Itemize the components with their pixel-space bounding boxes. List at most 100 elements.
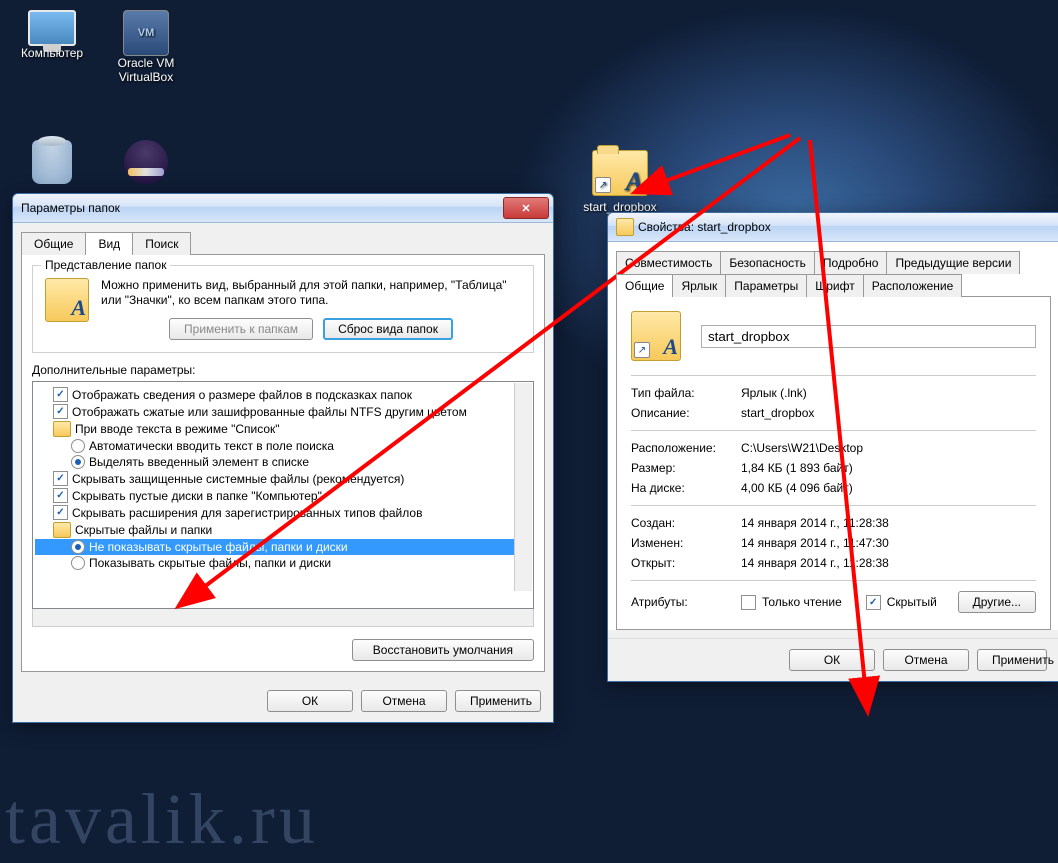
desktop-icon-virtualbox[interactable]: VM Oracle VM VirtualBox [108,10,184,84]
shortcut-overlay-icon: ↗ [595,177,611,193]
value-filetype: Ярлык (.lnk) [741,386,1036,400]
tree-item[interactable]: Скрывать защищенные системные файлы (рек… [35,470,531,487]
tab-strip: Общие Вид Поиск [21,231,545,254]
label-location: Расположение: [631,441,741,455]
checkbox-icon[interactable] [53,471,68,486]
group-label: Представление папок [41,258,170,272]
radio-icon[interactable] [71,556,85,570]
checkbox-icon[interactable] [53,505,68,520]
reset-folders-button[interactable]: Сброс вида папок [323,318,453,340]
tab-security[interactable]: Безопасность [720,251,815,274]
tree-item[interactable]: Автоматически вводить текст в поле поиск… [35,438,531,454]
tree-item[interactable]: Отображать сведения о размере файлов в п… [35,386,531,403]
virtualbox-icon: VM [123,10,169,56]
checkbox-icon[interactable] [53,387,68,402]
tree-label: Отображать сведения о размере файлов в п… [72,388,412,402]
checkbox-icon[interactable] [53,488,68,503]
file-icon: ↗ [631,311,681,361]
radio-icon[interactable] [71,439,85,453]
tree-item[interactable]: Скрытые файлы и папки [35,521,531,539]
tree-item[interactable]: При вводе текста в режиме "Список" [35,420,531,438]
folder-views-desc: Можно применить вид, выбранный для этой … [101,278,521,308]
readonly-checkbox[interactable] [741,595,756,610]
monitor-icon [28,10,76,46]
scrollbar-horizontal[interactable] [32,608,534,627]
watermark-text: tavalik.ru [5,778,319,861]
tab-parameters[interactable]: Параметры [725,274,807,297]
tree-label: Автоматически вводить текст в поле поиск… [89,439,334,453]
tree-label: При вводе текста в режиме "Список" [75,422,280,436]
close-button[interactable]: ✕ [503,197,549,219]
radio-icon[interactable] [71,455,85,469]
tree-label: Не показывать скрытые файлы, папки и дис… [89,540,348,554]
tree-item[interactable]: Показывать скрытые файлы, папки и диски [35,555,531,571]
tab-general[interactable]: Общие [21,232,86,255]
cancel-button[interactable]: Отмена [361,690,447,712]
desktop-icon-computer[interactable]: Компьютер [14,10,90,60]
ok-button[interactable]: ОК [789,649,875,671]
label-hidden: Скрытый [887,595,937,609]
label-created: Создан: [631,516,741,530]
tree-label: Скрывать пустые диски в папке "Компьютер… [72,489,322,503]
apply-button[interactable]: Применить [977,649,1047,671]
value-description: start_dropbox [741,406,1036,420]
radio-icon[interactable] [71,540,85,554]
tree-item[interactable]: Выделять введенный элемент в списке [35,454,531,470]
tree-item[interactable]: Скрывать пустые диски в папке "Компьютер… [35,487,531,504]
ok-button[interactable]: ОК [267,690,353,712]
dialog-buttons: ОК Отмена Применить [608,638,1058,681]
advanced-settings-tree[interactable]: Отображать сведения о размере файлов в п… [32,381,534,609]
cancel-button[interactable]: Отмена [883,649,969,671]
apply-to-folders-button[interactable]: Применить к папкам [169,318,313,340]
tree-item[interactable]: Отображать сжатые или зашифрованные файл… [35,403,531,420]
properties-dialog: Свойства: start_dropbox Совместимость Бе… [607,212,1058,682]
restore-defaults-button[interactable]: Восстановить умолчания [352,639,534,661]
apply-button[interactable]: Применить [455,690,541,712]
value-location: C:\Users\W21\Desktop [741,441,1036,455]
tree-label: Выделять введенный элемент в списке [89,455,309,469]
tab-panel: Представление папок Можно применить вид,… [21,254,545,672]
tree-label: Показывать скрытые файлы, папки и диски [89,556,331,570]
desktop-icon-eclipse[interactable] [108,140,184,184]
label-filetype: Тип файла: [631,386,741,400]
folder-icon [53,522,71,538]
scrollbar-vertical[interactable] [514,383,532,591]
hidden-checkbox[interactable] [866,595,881,610]
tree-label: Скрывать защищенные системные файлы (рек… [72,472,404,486]
tree-item[interactable]: Скрывать расширения для зарегистрированн… [35,504,531,521]
filename-input[interactable] [701,325,1036,348]
label-attributes: Атрибуты: [631,595,741,609]
value-accessed: 14 января 2014 г., 11:28:38 [741,556,1036,570]
window-title: Свойства: start_dropbox [638,220,1055,234]
tab-layout[interactable]: Расположение [863,274,963,297]
properties-icon [616,218,634,236]
label-size: Размер: [631,461,741,475]
tab-details[interactable]: Подробно [814,251,888,274]
tab-search[interactable]: Поиск [132,232,191,255]
tab-general[interactable]: Общие [616,274,673,297]
eclipse-icon [124,140,168,184]
titlebar[interactable]: Параметры папок ✕ [13,194,553,223]
desktop-icon-start-dropbox[interactable]: ↗ start_dropbox [582,150,658,214]
tab-font[interactable]: Шрифт [806,274,863,297]
label-readonly: Только чтение [762,595,842,609]
label-accessed: Открыт: [631,556,741,570]
label-description: Описание: [631,406,741,420]
tab-compatibility[interactable]: Совместимость [616,251,721,274]
tab-view[interactable]: Вид [85,232,133,255]
tree-item-selected[interactable]: Не показывать скрытые файлы, папки и дис… [35,539,531,555]
other-attributes-button[interactable]: Другие... [958,591,1036,613]
tree-label: Скрытые файлы и папки [75,523,212,537]
tab-shortcut[interactable]: Ярлык [672,274,726,297]
tab-previous-versions[interactable]: Предыдущие версии [886,251,1020,274]
desktop-icon-recycle-bin[interactable] [14,140,90,184]
titlebar[interactable]: Свойства: start_dropbox [608,213,1058,242]
desktop-label: Компьютер [14,46,90,60]
recycle-bin-icon [32,140,72,184]
tree-label: Скрывать расширения для зарегистрированн… [72,506,422,520]
advanced-label: Дополнительные параметры: [32,363,534,377]
label-modified: Изменен: [631,536,741,550]
checkbox-icon[interactable] [53,404,68,419]
shortcut-overlay-icon: ↗ [634,342,650,358]
value-size: 1,84 КБ (1 893 байт) [741,461,1036,475]
